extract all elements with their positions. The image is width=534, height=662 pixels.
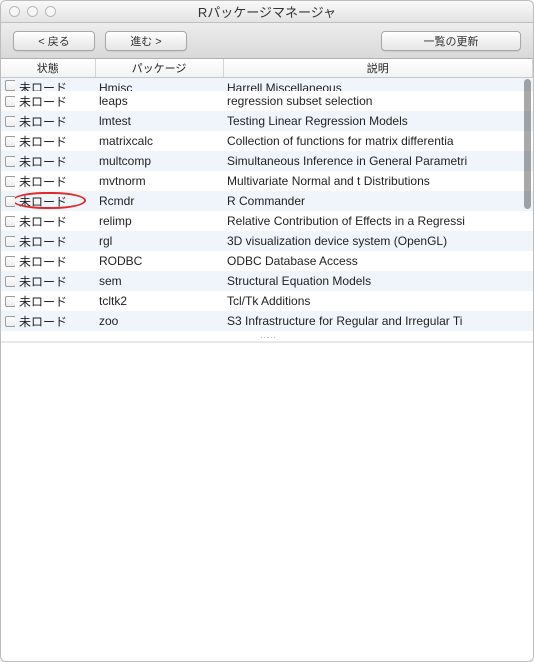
checkbox-icon[interactable] (5, 236, 15, 247)
table-row[interactable]: 未ロードrelimpRelative Contribution of Effec… (1, 211, 533, 231)
table-row[interactable]: 未ロードmultcompSimultaneous Inference in Ge… (1, 151, 533, 171)
table-row[interactable]: 未ロードHmiscHarrell Miscellaneous (1, 77, 533, 91)
checkbox-cell[interactable] (1, 311, 15, 331)
status-cell: 未ロード (15, 171, 95, 191)
checkbox-cell[interactable] (1, 271, 15, 291)
description-cell: Multivariate Normal and t Distributions (223, 171, 533, 191)
package-cell: sem (95, 271, 223, 291)
window: Rパッケージマネージャ < 戻る 進む > 一覧の更新 状態 パッケージ 説明 … (0, 0, 534, 662)
table-header-row: 状態 パッケージ 説明 (1, 59, 533, 77)
description-cell: Structural Equation Models (223, 271, 533, 291)
back-button[interactable]: < 戻る (13, 31, 95, 51)
checkbox-cell[interactable] (1, 77, 15, 91)
package-cell: RODBC (95, 251, 223, 271)
checkbox-icon[interactable] (5, 176, 15, 187)
checkbox-cell[interactable] (1, 151, 15, 171)
status-cell: 未ロード (15, 211, 95, 231)
status-cell: 未ロード (15, 131, 95, 151)
refresh-list-button[interactable]: 一覧の更新 (381, 31, 521, 51)
table-row[interactable]: 未ロードRODBCODBC Database Access (1, 251, 533, 271)
checkbox-icon[interactable] (5, 80, 15, 91)
package-table: 状態 パッケージ 説明 未ロードHmiscHarrell Miscellaneo… (1, 59, 533, 343)
description-cell: R Commander (223, 191, 533, 211)
status-cell: 未ロード (15, 291, 95, 311)
status-cell: 未ロード (15, 271, 95, 291)
checkbox-icon[interactable] (5, 256, 15, 267)
package-cell: Rcmdr (95, 191, 223, 211)
checkbox-cell[interactable] (1, 91, 15, 111)
package-cell: multcomp (95, 151, 223, 171)
description-cell: Tcl/Tk Additions (223, 291, 533, 311)
checkbox-icon[interactable] (5, 136, 15, 147)
description-cell: Simultaneous Inference in General Parame… (223, 151, 533, 171)
description-cell: ODBC Database Access (223, 251, 533, 271)
status-cell: 未ロード (15, 231, 95, 251)
table-row[interactable]: 未ロードRcmdrR Commander (1, 191, 533, 211)
checkbox-icon[interactable] (5, 216, 15, 227)
status-cell: 未ロード (15, 111, 95, 131)
package-cell: mvtnorm (95, 171, 223, 191)
package-cell: zoo (95, 311, 223, 331)
package-cell: matrixcalc (95, 131, 223, 151)
empty-area (1, 343, 533, 661)
description-cell: regression subset selection (223, 91, 533, 111)
package-cell: lmtest (95, 111, 223, 131)
description-cell: S3 Infrastructure for Regular and Irregu… (223, 311, 533, 331)
resize-handle-icon[interactable]: ⋯⋯ (1, 331, 533, 341)
package-cell: tcltk2 (95, 291, 223, 311)
checkbox-icon[interactable] (5, 296, 15, 307)
checkbox-cell[interactable] (1, 291, 15, 311)
description-cell: 3D visualization device system (OpenGL) (223, 231, 533, 251)
status-cell: 未ロード (15, 91, 95, 111)
checkbox-icon[interactable] (5, 196, 15, 207)
table-row[interactable]: 未ロードtcltk2Tcl/Tk Additions (1, 291, 533, 311)
checkbox-cell[interactable] (1, 251, 15, 271)
status-cell: 未ロード (15, 251, 95, 271)
status-cell: 未ロード (15, 191, 95, 211)
checkbox-cell[interactable] (1, 231, 15, 251)
checkbox-icon[interactable] (5, 96, 15, 107)
package-cell: Hmisc (95, 77, 223, 91)
table-row[interactable]: 未ロードlmtestTesting Linear Regression Mode… (1, 111, 533, 131)
column-header-status[interactable]: 状態 (1, 59, 95, 77)
checkbox-cell[interactable] (1, 191, 15, 211)
checkbox-icon[interactable] (5, 116, 15, 127)
status-cell: 未ロード (15, 151, 95, 171)
checkbox-cell[interactable] (1, 111, 15, 131)
table-row[interactable]: 未ロードmatrixcalcCollection of functions fo… (1, 131, 533, 151)
checkbox-cell[interactable] (1, 211, 15, 231)
package-cell: leaps (95, 91, 223, 111)
status-cell: 未ロード (15, 311, 95, 331)
table-row[interactable]: 未ロードmvtnormMultivariate Normal and t Dis… (1, 171, 533, 191)
highlight-circle-icon (15, 192, 86, 209)
table-row[interactable]: 未ロードleapsregression subset selection (1, 91, 533, 111)
description-cell: Testing Linear Regression Models (223, 111, 533, 131)
checkbox-icon[interactable] (5, 156, 15, 167)
column-header-description[interactable]: 説明 (223, 59, 533, 77)
scrollbar-thumb[interactable] (524, 79, 531, 209)
table-row[interactable]: 未ロードzooS3 Infrastructure for Regular and… (1, 311, 533, 331)
titlebar: Rパッケージマネージャ (1, 1, 533, 23)
checkbox-cell[interactable] (1, 131, 15, 151)
column-header-package[interactable]: パッケージ (95, 59, 223, 77)
toolbar: < 戻る 進む > 一覧の更新 (1, 23, 533, 59)
scrollbar[interactable] (523, 79, 531, 327)
table-row[interactable]: 未ロードsemStructural Equation Models (1, 271, 533, 291)
window-title: Rパッケージマネージャ (1, 2, 533, 21)
checkbox-cell[interactable] (1, 171, 15, 191)
description-cell: Harrell Miscellaneous (223, 77, 533, 91)
forward-button[interactable]: 進む > (105, 31, 187, 51)
table-row[interactable]: 未ロードrgl3D visualization device system (O… (1, 231, 533, 251)
checkbox-icon[interactable] (5, 316, 15, 327)
description-cell: Collection of functions for matrix diffe… (223, 131, 533, 151)
package-cell: relimp (95, 211, 223, 231)
package-cell: rgl (95, 231, 223, 251)
description-cell: Relative Contribution of Effects in a Re… (223, 211, 533, 231)
status-cell: 未ロード (15, 77, 95, 91)
checkbox-icon[interactable] (5, 276, 15, 287)
